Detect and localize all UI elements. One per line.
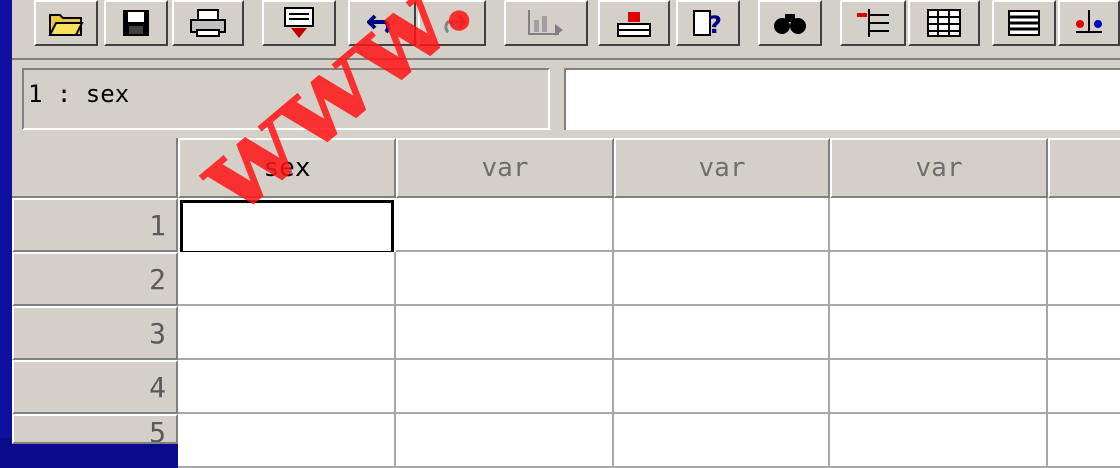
grid-cell[interactable] — [614, 306, 830, 360]
cell-reference-field[interactable]: 1 : sex — [22, 68, 550, 130]
grid-cell[interactable] — [396, 252, 614, 306]
grid-cell[interactable] — [396, 306, 614, 360]
column-header-var[interactable]: var — [396, 138, 614, 198]
grid-cell[interactable] — [396, 198, 614, 252]
grid-cell[interactable] — [614, 414, 830, 468]
column-header-sex[interactable]: sex — [178, 138, 396, 198]
variables-icon: ? — [693, 10, 722, 39]
row-header[interactable]: 2 — [12, 252, 178, 306]
split-file-icon — [1008, 10, 1040, 36]
active-cell[interactable] — [180, 200, 394, 254]
cell-value-field[interactable] — [564, 68, 1120, 130]
grid-cell[interactable] — [1048, 414, 1120, 468]
grid-cell[interactable] — [614, 198, 830, 252]
grid-cell[interactable] — [830, 252, 1048, 306]
redo-icon — [444, 14, 467, 34]
grid-cell[interactable] — [830, 198, 1048, 252]
open-file-button[interactable] — [34, 0, 98, 46]
save-button[interactable] — [104, 0, 168, 46]
goto-chart-icon — [528, 10, 563, 36]
row-header[interactable]: 4 — [12, 360, 178, 414]
column-header-var[interactable]: var — [830, 138, 1048, 198]
dialog-recall-icon — [284, 7, 314, 38]
open-file-icon — [48, 14, 84, 36]
redo-button[interactable] — [418, 0, 486, 46]
variables-button[interactable]: ? — [676, 0, 740, 46]
grid-cell[interactable] — [1048, 360, 1120, 414]
goto-case-icon — [617, 12, 651, 37]
grid-cell[interactable] — [830, 360, 1048, 414]
row-header[interactable]: 5 — [12, 414, 178, 444]
print-icon — [190, 9, 226, 37]
grid-cell[interactable] — [396, 414, 614, 468]
data-grid: sex var var var 1 2 3 4 5 — [12, 138, 1120, 468]
grid-cell[interactable] — [178, 360, 396, 414]
insert-variable-icon — [927, 9, 961, 37]
grid-cell[interactable] — [1048, 252, 1120, 306]
svg-text:?: ? — [708, 11, 722, 39]
column-header-var[interactable]: var — [614, 138, 830, 198]
split-file-button[interactable] — [992, 0, 1056, 46]
column-header-var[interactable] — [1048, 138, 1120, 198]
spss-data-editor: ? 1 : sex sex var var var 1 2 3 4 5 — [0, 0, 1120, 468]
grid-cell[interactable] — [178, 414, 396, 468]
save-icon — [123, 10, 149, 36]
grid-cell[interactable] — [178, 306, 396, 360]
goto-case-button[interactable] — [598, 0, 670, 46]
insert-case-icon — [857, 9, 889, 37]
undo-icon — [367, 14, 391, 34]
grid-cell[interactable] — [830, 306, 1048, 360]
insert-variable-button[interactable] — [908, 0, 980, 46]
grid-corner — [12, 138, 178, 198]
grid-cell[interactable] — [830, 414, 1048, 468]
grid-cell[interactable] — [614, 252, 830, 306]
window-frame-left — [0, 0, 12, 438]
dialog-recall-button[interactable] — [262, 0, 336, 46]
toolbar: ? — [12, 0, 1120, 60]
grid-cell[interactable] — [1048, 306, 1120, 360]
grid-cell[interactable] — [614, 360, 830, 414]
undo-button[interactable] — [348, 0, 416, 46]
cell-reference-bar: 1 : sex — [12, 60, 1120, 138]
row-header[interactable]: 3 — [12, 306, 178, 360]
grid-cell[interactable] — [178, 252, 396, 306]
row-header[interactable]: 1 — [12, 198, 178, 252]
grid-cell[interactable] — [1048, 198, 1120, 252]
find-icon — [774, 14, 806, 34]
weight-cases-icon — [1076, 10, 1102, 33]
goto-chart-button[interactable] — [504, 0, 588, 46]
find-button[interactable] — [758, 0, 822, 46]
weight-cases-button[interactable] — [1058, 0, 1120, 46]
grid-cell[interactable] — [396, 360, 614, 414]
print-button[interactable] — [172, 0, 244, 46]
insert-case-button[interactable] — [840, 0, 906, 46]
